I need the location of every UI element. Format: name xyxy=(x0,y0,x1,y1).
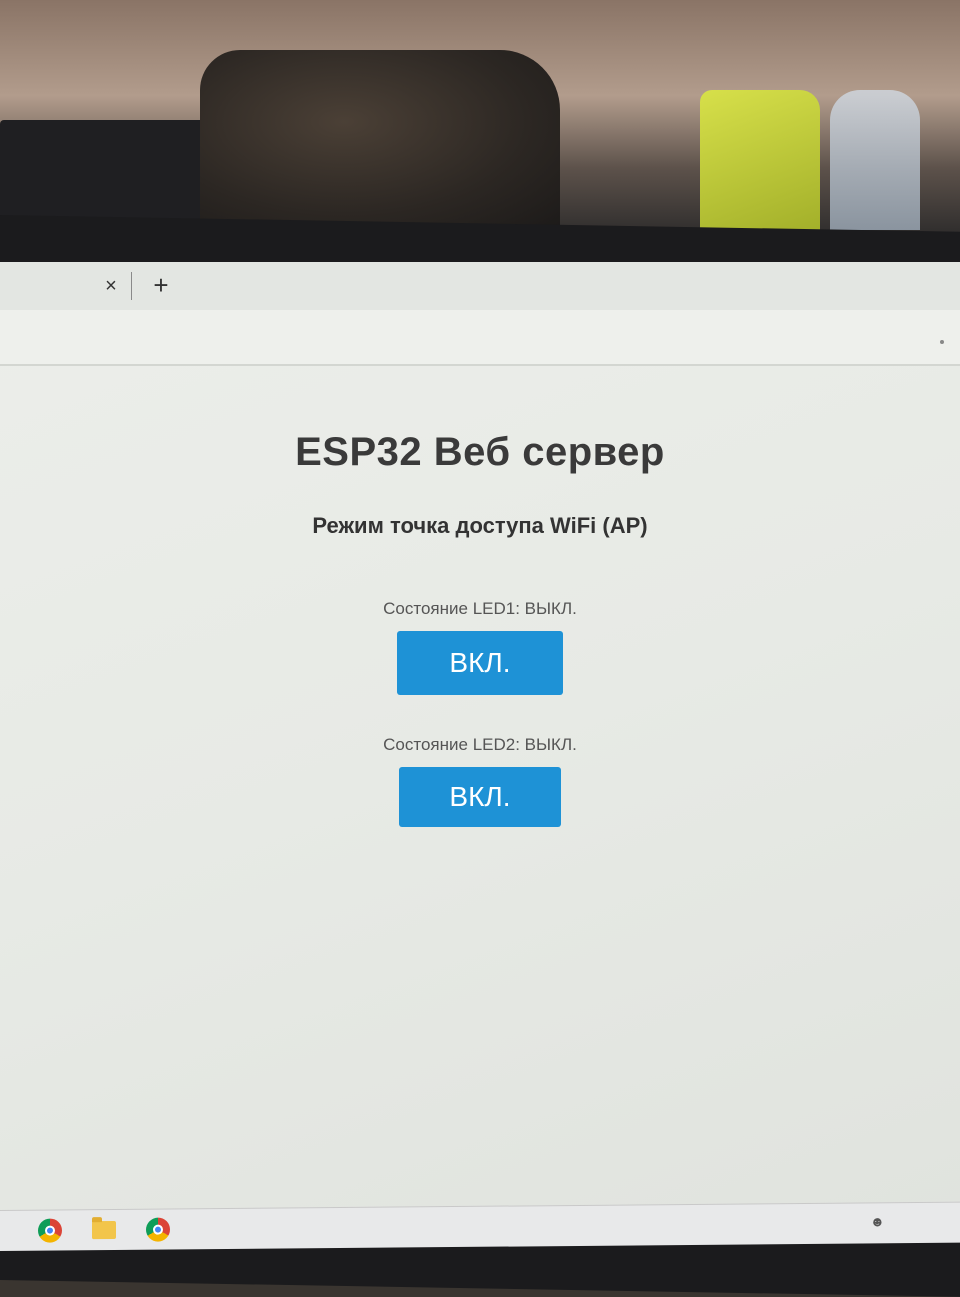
web-page: ESP32 Веб сервер Режим точка доступа WiF… xyxy=(0,366,960,1206)
monitor-screen: × + ESP32 Веб сервер Режим точка доступа… xyxy=(0,262,960,1220)
taskbar-chrome-2[interactable] xyxy=(144,1215,172,1243)
led1-status: Состояние LED1: ВЫКЛ. xyxy=(383,599,577,618)
toolbar-dot xyxy=(940,340,944,344)
taskbar-chrome-1[interactable] xyxy=(36,1216,64,1244)
browser-toolbar xyxy=(0,310,960,366)
os-taskbar: ☻ xyxy=(0,1201,960,1251)
led2-on-button[interactable]: ВКЛ. xyxy=(399,767,561,827)
led2-status: Состояние LED2: ВЫКЛ. xyxy=(383,735,577,754)
photo-background xyxy=(0,0,960,240)
chrome-icon xyxy=(38,1218,62,1243)
close-tab-icon[interactable]: × xyxy=(100,273,122,299)
new-tab-icon[interactable]: + xyxy=(148,270,174,300)
tab-separator xyxy=(131,272,132,300)
led1-section: Состояние LED1: ВЫКЛ. ВКЛ. xyxy=(0,599,960,695)
page-subtitle: Режим точка доступа WiFi (AP) xyxy=(312,513,648,538)
background-jacket xyxy=(200,50,560,230)
taskbar-file-explorer[interactable] xyxy=(90,1216,118,1244)
chrome-icon xyxy=(146,1217,170,1242)
page-title: ESP32 Веб сервер xyxy=(295,430,665,474)
browser-tab-strip: × + xyxy=(0,262,960,310)
led1-on-button[interactable]: ВКЛ. xyxy=(397,631,563,695)
background-bottle xyxy=(830,90,920,230)
background-bag xyxy=(700,90,820,230)
people-icon[interactable]: ☻ xyxy=(870,1213,885,1229)
led2-section: Состояние LED2: ВЫКЛ. ВКЛ. xyxy=(0,735,960,827)
folder-icon xyxy=(92,1220,116,1240)
